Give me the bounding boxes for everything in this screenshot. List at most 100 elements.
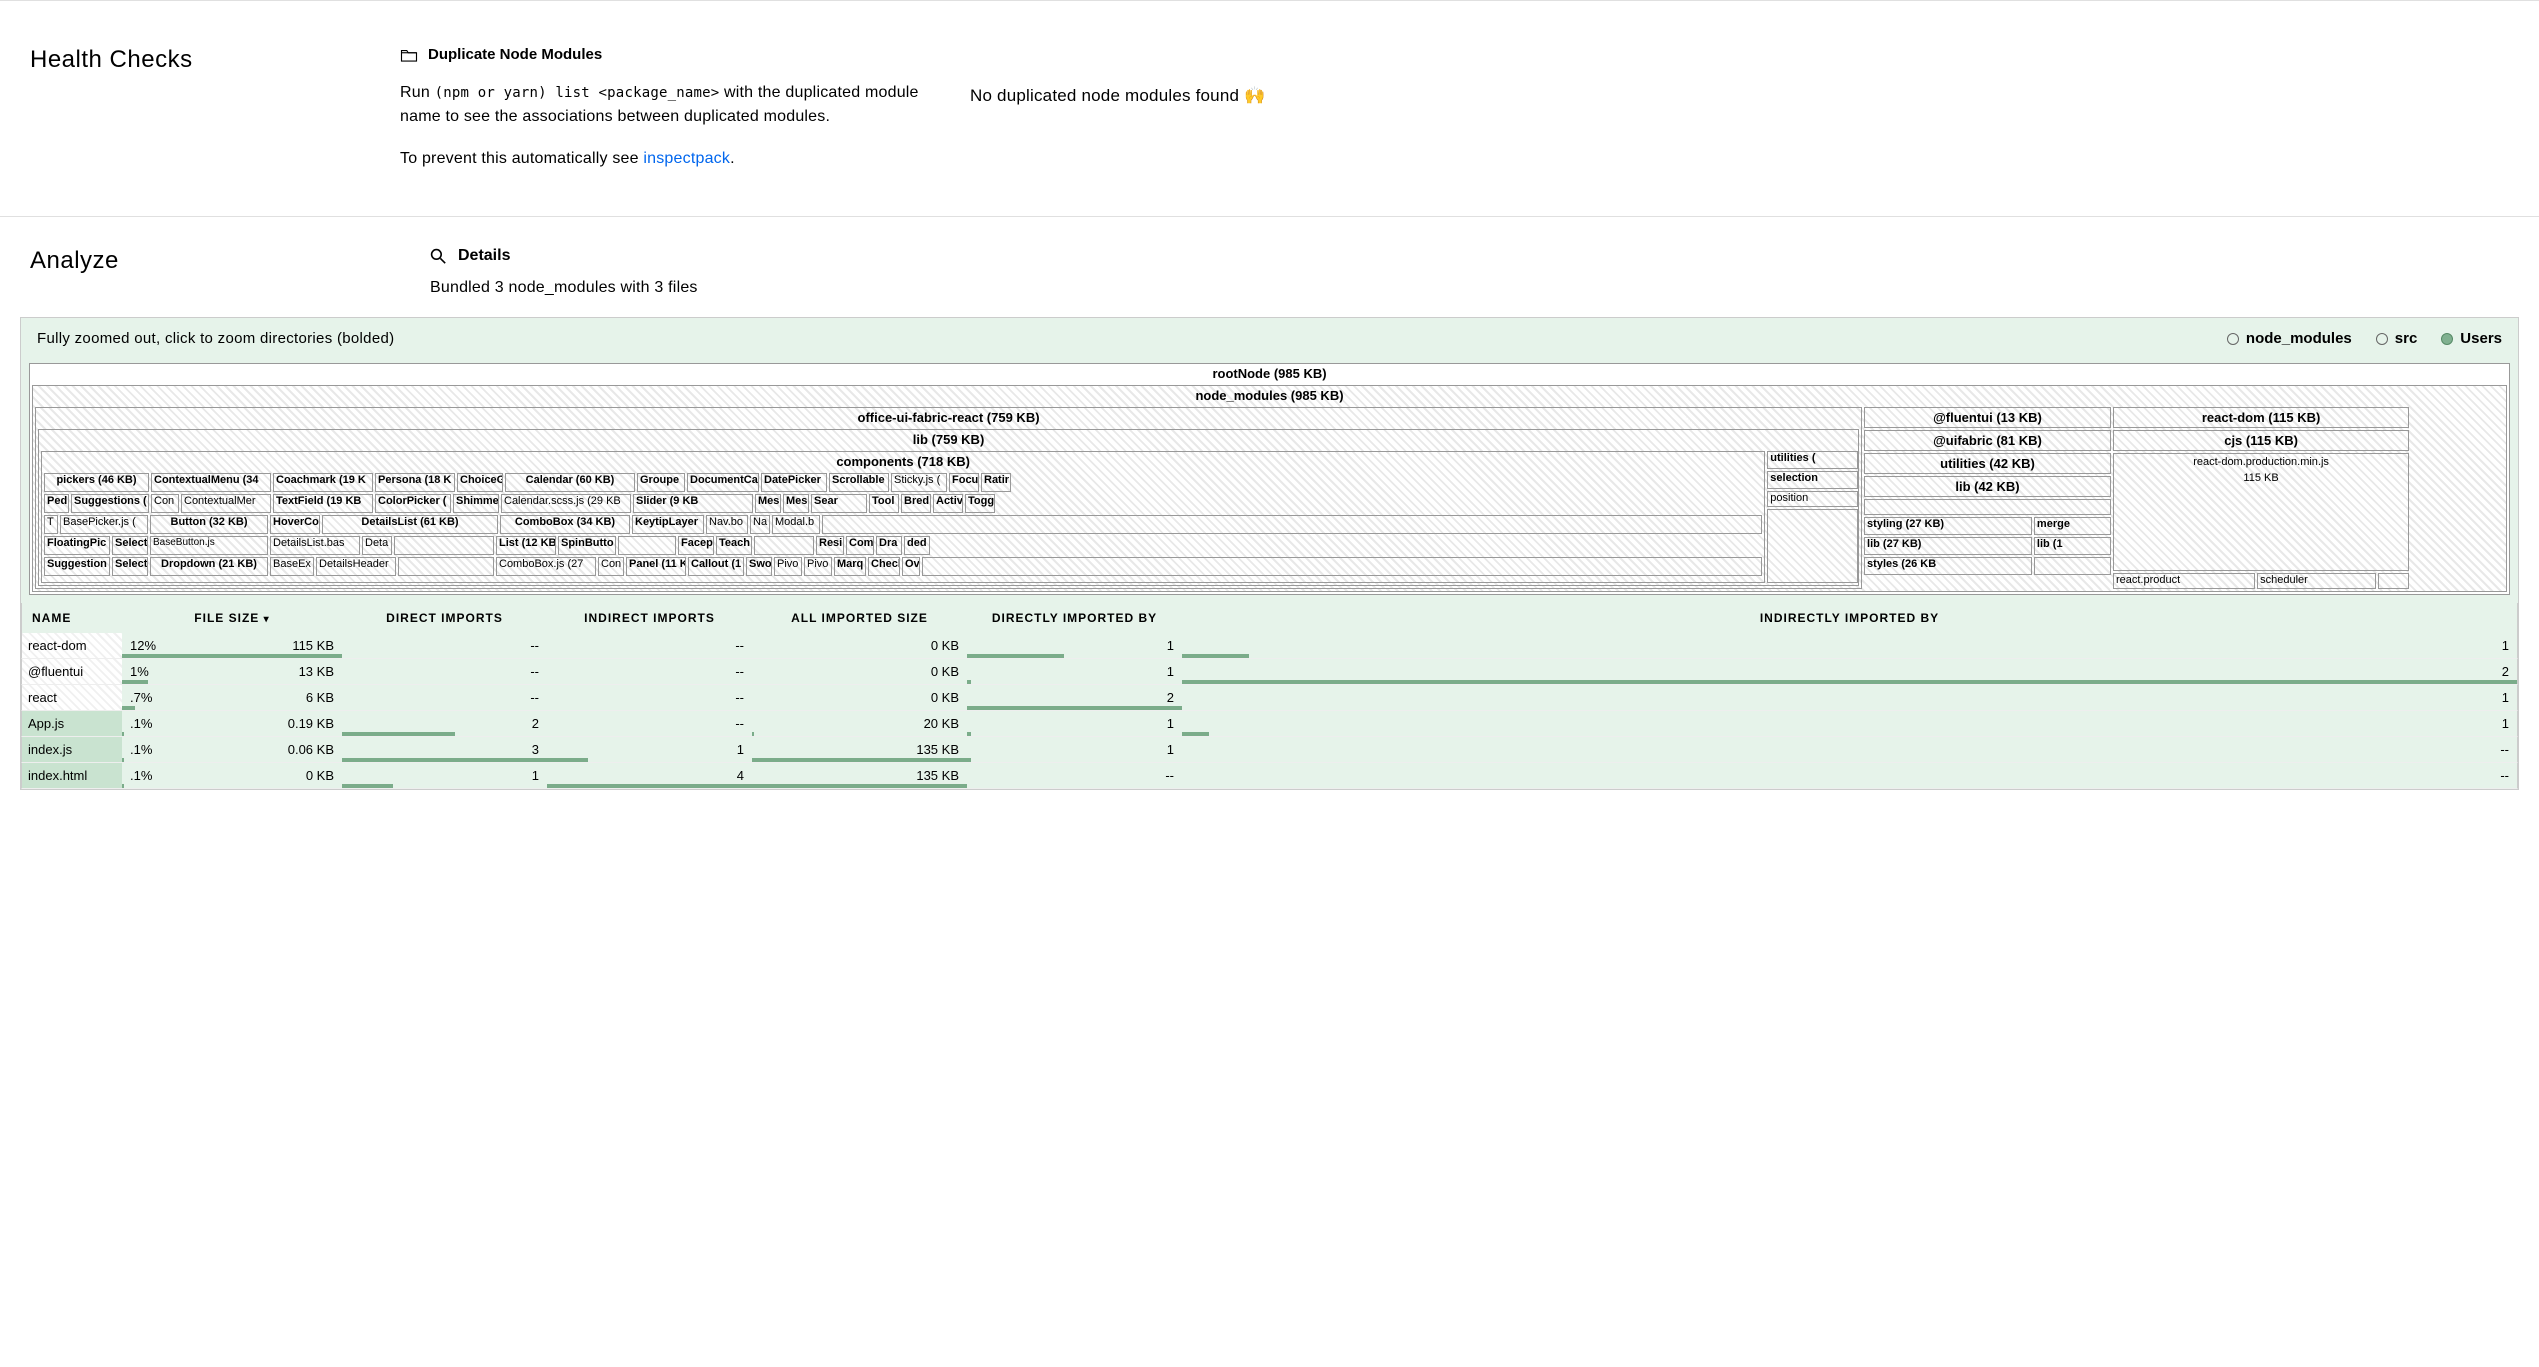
legend-item-users[interactable]: Users [2441,330,2502,347]
treemap-button[interactable]: Button (32 KB) [150,515,268,534]
treemap-react-dom-prod[interactable]: react-dom.production.min.js 115 KB [2113,453,2409,571]
treemap-mes1[interactable]: Mes [755,494,781,513]
col-directly-imported-by[interactable]: DIRECTLY IMPORTED BY [967,603,1182,633]
treemap-callout[interactable]: Callout (1 [688,557,744,576]
treemap-lib10[interactable]: lib (1 [2034,537,2111,555]
cell-name[interactable]: react-dom [22,633,122,658]
treemap-con[interactable]: Con [151,494,179,513]
treemap-togg[interactable]: Togg [965,494,995,513]
treemap-floatingpic[interactable]: FloatingPic [44,536,110,555]
table-row[interactable]: @fluentui1%13 KB----0 KB12 [21,659,2518,685]
treemap-resi[interactable]: Resi [816,536,844,555]
treemap-colorpicker[interactable]: ColorPicker ( [375,494,451,513]
table-row[interactable]: index.html.1%0 KB14135 KB---- [21,763,2518,789]
treemap-pickers[interactable]: pickers (46 KB) [44,473,149,492]
treemap-modal[interactable]: Modal.b [772,515,820,534]
treemap-calendar-scss[interactable]: Calendar.scss.js (29 KB [501,494,631,513]
treemap-sticky[interactable]: Sticky.js ( [891,473,947,492]
treemap-ratir[interactable]: Ratir [981,473,1011,492]
cell-name[interactable]: index.html [22,763,122,788]
treemap-com[interactable]: Com [846,536,874,555]
legend-item-src[interactable]: src [2376,330,2418,347]
treemap-shimmer[interactable]: Shimme [453,494,499,513]
treemap-suggestions[interactable]: Suggestions ( [71,494,149,513]
treemap-calendar[interactable]: Calendar (60 KB) [505,473,635,492]
treemap-styling27[interactable]: styling (27 KB) [1864,517,2032,535]
treemap-groupe[interactable]: Groupe [637,473,685,492]
treemap-deta[interactable]: Deta [362,536,392,555]
treemap-teach[interactable]: Teach [716,536,752,555]
treemap-react-dom[interactable]: react-dom (115 KB) [2113,407,2409,428]
table-row[interactable]: react.7%6 KB----0 KB21 [21,685,2518,711]
treemap-styles26[interactable]: styles (26 KB [1864,557,2032,575]
treemap-con2[interactable]: Con [598,557,624,576]
treemap-sear[interactable]: Sear [811,494,867,513]
treemap-basepicker[interactable]: BasePicker.js ( [60,515,148,534]
treemap-marq[interactable]: Marq [834,557,866,576]
cell-name[interactable]: index.js [22,737,122,762]
treemap-activ[interactable]: Activ [933,494,963,513]
treemap-mes2[interactable]: Mes [783,494,809,513]
col-name[interactable]: NAME [22,603,122,633]
treemap-components[interactable]: components (718 KB) pickers (46 KB) Cont… [41,451,1765,583]
treemap-list[interactable]: List (12 KB [496,536,556,555]
cell-name[interactable]: App.js [22,711,122,736]
treemap-choice[interactable]: ChoiceG [457,473,503,492]
treemap-lib42[interactable]: lib (42 KB) [1864,476,2111,497]
treemap-selection[interactable]: selection [1767,471,1858,489]
treemap-lib27[interactable]: lib (27 KB) [1864,537,2032,555]
treemap-swo[interactable]: Swo [746,557,772,576]
treemap-basebutton[interactable]: BaseButton.js [150,536,268,555]
treemap-suggestion[interactable]: Suggestion [44,557,110,576]
treemap-ded[interactable]: ded [904,536,930,555]
treemap-detailsheader[interactable]: DetailsHeader [316,557,396,576]
treemap-detailslist[interactable]: DetailsList (61 KB) [322,515,498,534]
cell-name[interactable]: @fluentui [22,659,122,684]
treemap[interactable]: rootNode (985 KB) node_modules (985 KB) … [29,363,2510,595]
treemap-scheduler[interactable]: scheduler [2257,573,2376,589]
treemap-react-product[interactable]: react.product [2113,573,2255,589]
treemap-document[interactable]: DocumentCa [687,473,759,492]
treemap-tool[interactable]: Tool [869,494,899,513]
col-direct-imports[interactable]: DIRECT IMPORTS [342,603,547,633]
treemap-keytip[interactable]: KeytipLayer [632,515,704,534]
treemap-datepicker[interactable]: DatePicker [761,473,827,492]
treemap-spinbutto[interactable]: SpinButto [558,536,616,555]
treemap-contextualmer[interactable]: ContextualMer [181,494,271,513]
treemap-contextual-menu[interactable]: ContextualMenu (34 [151,473,271,492]
treemap-select1[interactable]: Select [112,536,148,555]
treemap-node-modules[interactable]: node_modules (985 KB) office-ui-fabric-r… [32,385,2507,592]
treemap-root[interactable]: rootNode (985 KB) node_modules (985 KB) … [29,363,2510,595]
treemap-focu[interactable]: Focu [949,473,979,492]
table-row[interactable]: App.js.1%0.19 KB2--20 KB11 [21,711,2518,737]
treemap-persona[interactable]: Persona (18 K [375,473,455,492]
table-row[interactable]: react-dom12%115 KB----0 KB11 [21,633,2518,659]
treemap-pivo2[interactable]: Pivo [804,557,832,576]
treemap-combobox-js[interactable]: ComboBox.js (27 [496,557,596,576]
col-all-imported-size[interactable]: ALL IMPORTED SIZE [752,603,967,633]
col-indirect-imports[interactable]: INDIRECT IMPORTS [547,603,752,633]
treemap-na[interactable]: Na [750,515,770,534]
treemap-panel[interactable]: Panel (11 K [626,557,686,576]
treemap-checl[interactable]: Checl [868,557,900,576]
treemap-lib[interactable]: lib (759 KB) components (718 KB) [38,429,1859,586]
treemap-bred[interactable]: Bred [901,494,931,513]
treemap-select2[interactable]: Select [112,557,148,576]
treemap-detailslist-bas[interactable]: DetailsList.bas [270,536,360,555]
legend-item-node-modules[interactable]: node_modules [2227,330,2352,347]
treemap-dra[interactable]: Dra [876,536,902,555]
treemap-slider[interactable]: Slider (9 KB [633,494,753,513]
treemap-coachmark[interactable]: Coachmark (19 K [273,473,373,492]
treemap-pivo1[interactable]: Pivo [774,557,802,576]
cell-name[interactable]: react [22,685,122,710]
treemap-utilities42[interactable]: utilities (42 KB) [1864,453,2111,474]
col-file-size[interactable]: FILE SIZE ▾ [122,603,342,633]
treemap-dropdown[interactable]: Dropdown (21 KB) [150,557,268,576]
treemap-utilities-small[interactable]: utilities ( [1767,451,1858,469]
treemap-office-ui-fabric-react[interactable]: office-ui-fabric-react (759 KB) lib (759… [35,407,1862,589]
treemap-uifabric[interactable]: @uifabric (81 KB) [1864,430,2111,451]
col-indirectly-imported-by[interactable]: INDIRECTLY IMPORTED BY [1182,603,2517,633]
treemap-combobox[interactable]: ComboBox (34 KB) [500,515,630,534]
treemap-merge[interactable]: merge [2034,517,2111,535]
treemap-facep[interactable]: Facep [678,536,714,555]
